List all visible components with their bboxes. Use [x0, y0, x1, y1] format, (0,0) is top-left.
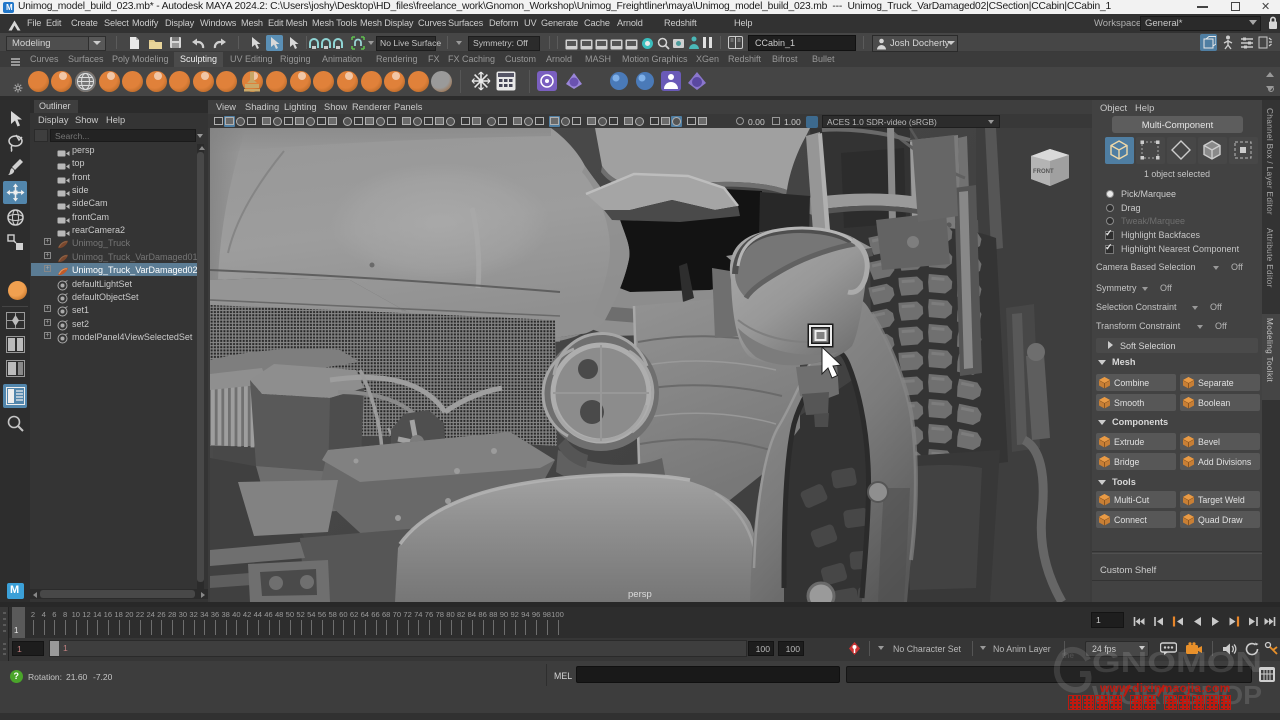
svg-text:persp: persp [628, 589, 652, 600]
svg-text:FRONT: FRONT [1033, 169, 1054, 175]
svg-text:GNOMON: GNOMON [1092, 647, 1262, 679]
svg-text:the: the [1062, 651, 1075, 660]
